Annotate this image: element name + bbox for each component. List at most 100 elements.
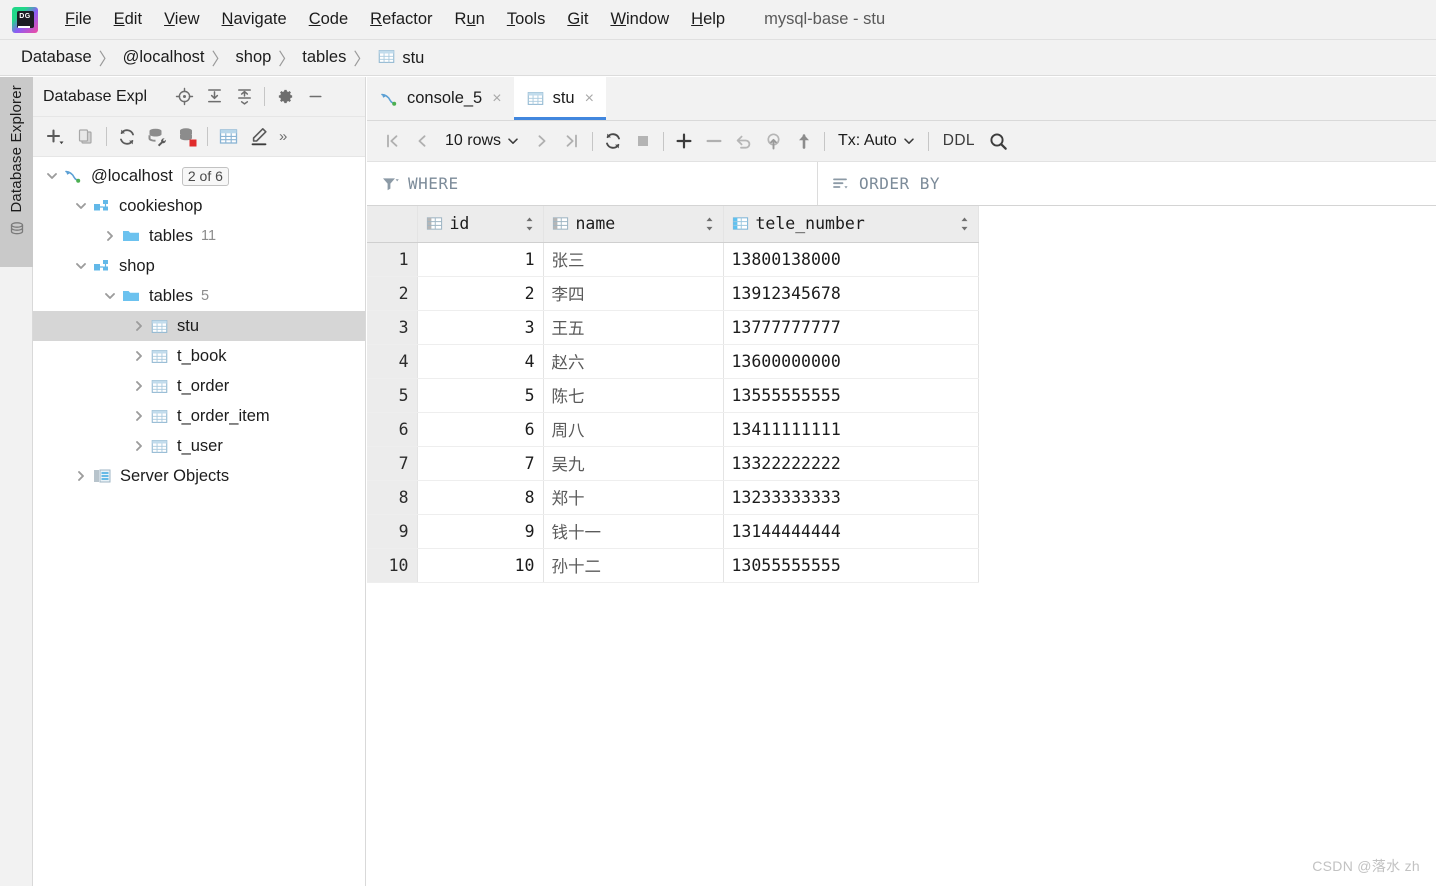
- grid-column-header-id[interactable]: id: [417, 206, 544, 243]
- tree-item-localhost[interactable]: @localhost 2 of 6: [33, 161, 365, 191]
- sort-arrows-icon[interactable]: [524, 216, 535, 232]
- tree-item-cookieshop[interactable]: cookieshop: [33, 191, 365, 221]
- close-icon[interactable]: ×: [585, 90, 594, 108]
- table-icon[interactable]: [213, 122, 243, 152]
- stop-icon[interactable]: [628, 126, 658, 156]
- refresh-icon[interactable]: [112, 122, 142, 152]
- tree-item-t_user[interactable]: t_user: [33, 431, 365, 461]
- grid-cell-tele_number[interactable]: 13800138000: [723, 242, 979, 277]
- grid-cell-name[interactable]: 张三: [543, 242, 724, 277]
- order-by-filter-input[interactable]: ORDER BY: [818, 162, 1436, 205]
- chevron-right-icon[interactable]: [70, 469, 92, 483]
- grid-cell-id[interactable]: 9: [417, 514, 544, 549]
- first-page-icon[interactable]: [377, 126, 407, 156]
- menu-item-edit[interactable]: Edit: [103, 6, 153, 33]
- grid-cell-tele_number[interactable]: 13144444444: [723, 514, 979, 549]
- menu-item-help[interactable]: Help: [680, 6, 736, 33]
- prev-page-icon[interactable]: [407, 126, 437, 156]
- close-icon[interactable]: ×: [492, 90, 501, 108]
- grid-column-header-name[interactable]: name: [543, 206, 724, 243]
- grid-cell-tele_number[interactable]: 13555555555: [723, 378, 979, 413]
- tree-item-shop[interactable]: shop: [33, 251, 365, 281]
- edit-icon[interactable]: [243, 122, 273, 152]
- breadcrumb-item-tables[interactable]: tables: [297, 48, 351, 67]
- delete-row-icon[interactable]: [699, 126, 729, 156]
- datasource-properties-icon[interactable]: [142, 122, 172, 152]
- chevron-right-icon[interactable]: [128, 349, 150, 363]
- menu-item-run[interactable]: Run: [444, 6, 496, 33]
- minimize-icon[interactable]: [300, 82, 330, 112]
- chevron-down-icon[interactable]: [70, 259, 92, 273]
- locate-icon[interactable]: [169, 82, 199, 112]
- chevron-right-icon[interactable]: [128, 379, 150, 393]
- table-row[interactable]: 10 10 孙十二 13055555555: [367, 548, 979, 583]
- sidebar-item-database-explorer-tab[interactable]: Database Explorer: [0, 77, 33, 267]
- tree-item-t_book[interactable]: t_book: [33, 341, 365, 371]
- more-icon[interactable]: »: [273, 128, 293, 145]
- gear-icon[interactable]: [270, 82, 300, 112]
- grid-cell-name[interactable]: 孙十二: [543, 548, 724, 583]
- grid-cell-name[interactable]: 赵六: [543, 344, 724, 379]
- breadcrumb-item-localhost[interactable]: @localhost: [118, 48, 210, 67]
- menu-item-navigate[interactable]: Navigate: [211, 6, 298, 33]
- chevron-down-icon[interactable]: [41, 169, 63, 183]
- grid-cell-tele_number[interactable]: 13912345678: [723, 276, 979, 311]
- expand-all-icon[interactable]: [199, 82, 229, 112]
- menu-item-view[interactable]: View: [153, 6, 210, 33]
- menu-item-refactor[interactable]: Refactor: [359, 6, 443, 33]
- tree-item-cookieshop-tables[interactable]: tables 11: [33, 221, 365, 251]
- grid-cell-id[interactable]: 4: [417, 344, 544, 379]
- ddl-button[interactable]: DDL: [934, 132, 984, 150]
- grid-cell-name[interactable]: 王五: [543, 310, 724, 345]
- breadcrumb-item-stu[interactable]: stu: [372, 47, 429, 68]
- submit-icon[interactable]: [789, 126, 819, 156]
- grid-cell-name[interactable]: 郑十: [543, 480, 724, 515]
- revert-selected-icon[interactable]: [759, 126, 789, 156]
- table-row[interactable]: 6 6 周八 13411111111: [367, 412, 979, 447]
- transaction-mode-dropdown[interactable]: Tx: Auto: [830, 132, 923, 150]
- table-row[interactable]: 7 7 吴九 13322222222: [367, 446, 979, 481]
- last-page-icon[interactable]: [557, 126, 587, 156]
- grid-cell-id[interactable]: 1: [417, 242, 544, 277]
- menu-item-tools[interactable]: Tools: [496, 6, 557, 33]
- table-row[interactable]: 1 1 张三 13800138000: [367, 242, 979, 277]
- sort-arrows-icon[interactable]: [704, 216, 715, 232]
- menu-item-window[interactable]: Window: [599, 6, 680, 33]
- chevron-right-icon[interactable]: [128, 439, 150, 453]
- add-icon[interactable]: [41, 122, 71, 152]
- next-page-icon[interactable]: [527, 126, 557, 156]
- grid-cell-id[interactable]: 3: [417, 310, 544, 345]
- where-filter-input[interactable]: WHERE: [367, 162, 818, 205]
- table-row[interactable]: 5 5 陈七 13555555555: [367, 378, 979, 413]
- breadcrumb-item-shop[interactable]: shop: [231, 48, 277, 67]
- menu-item-git[interactable]: Git: [556, 6, 599, 33]
- table-row[interactable]: 8 8 郑十 13233333333: [367, 480, 979, 515]
- grid-column-header-tele_number[interactable]: tele_number: [723, 206, 979, 243]
- rows-count-dropdown[interactable]: 10 rows: [437, 132, 527, 150]
- table-row[interactable]: 2 2 李四 13912345678: [367, 276, 979, 311]
- chevron-down-icon[interactable]: [99, 289, 121, 303]
- add-row-icon[interactable]: [669, 126, 699, 156]
- tree-item-t_order[interactable]: t_order: [33, 371, 365, 401]
- grid-cell-tele_number[interactable]: 13411111111: [723, 412, 979, 447]
- grid-cell-id[interactable]: 8: [417, 480, 544, 515]
- grid-cell-id[interactable]: 5: [417, 378, 544, 413]
- grid-cell-name[interactable]: 吴九: [543, 446, 724, 481]
- grid-cell-name[interactable]: 陈七: [543, 378, 724, 413]
- chevron-right-icon[interactable]: [99, 229, 121, 243]
- grid-cell-tele_number[interactable]: 13322222222: [723, 446, 979, 481]
- collapse-all-icon[interactable]: [229, 82, 259, 112]
- grid-cell-id[interactable]: 7: [417, 446, 544, 481]
- tree-item-stu[interactable]: stu: [33, 311, 365, 341]
- grid-cell-name[interactable]: 钱十一: [543, 514, 724, 549]
- database-stop-icon[interactable]: [172, 122, 202, 152]
- table-row[interactable]: 4 4 赵六 13600000000: [367, 344, 979, 379]
- grid-cell-tele_number[interactable]: 13777777777: [723, 310, 979, 345]
- breadcrumb-item-database[interactable]: Database: [16, 48, 97, 67]
- tree-item-t_order_item[interactable]: t_order_item: [33, 401, 365, 431]
- chevron-right-icon[interactable]: [128, 409, 150, 423]
- grid-cell-id[interactable]: 10: [417, 548, 544, 583]
- tree-item-server-objects[interactable]: Server Objects: [33, 461, 365, 491]
- grid-cell-id[interactable]: 2: [417, 276, 544, 311]
- sort-arrows-icon[interactable]: [959, 216, 970, 232]
